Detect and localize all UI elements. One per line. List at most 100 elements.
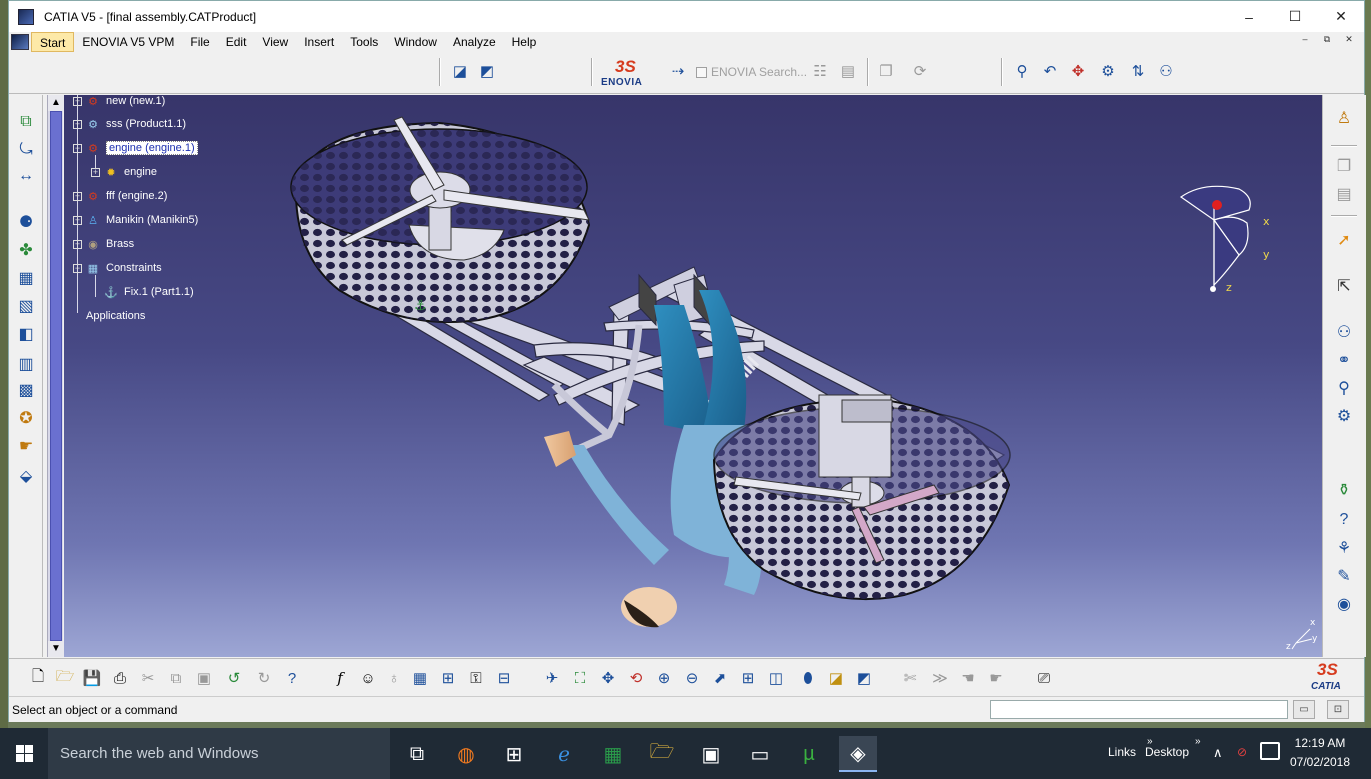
constraint-icon[interactable]: ⚭ (1333, 349, 1355, 371)
select-arrow-icon[interactable]: ➚ (1333, 229, 1355, 251)
view-isometric-icon[interactable]: ◩ (476, 60, 498, 82)
pan-icon[interactable]: ✥ (597, 667, 619, 689)
maximize-button[interactable]: ☐ (1272, 1, 1318, 32)
menu-window[interactable]: Window (386, 32, 445, 52)
workbench-icon[interactable]: ♙ (1333, 107, 1355, 129)
iso-view-icon[interactable]: ◫ (765, 667, 787, 689)
media-icon[interactable]: ▣ (692, 736, 730, 772)
scroll-down-icon[interactable]: ▼ (48, 641, 64, 657)
links-toolbar[interactable]: Links (1108, 745, 1136, 759)
compass-widget[interactable]: x y z (1179, 185, 1269, 295)
manikin-paste-icon[interactable]: ▤ (1333, 183, 1355, 205)
catalog-icon[interactable]: ✤ (15, 239, 37, 261)
clash-icon[interactable]: ◧ (15, 323, 37, 345)
menu-tools[interactable]: Tools (342, 32, 386, 52)
tree-node-sss[interactable]: + ⚙ sss (Product1.1) (73, 114, 186, 134)
collapse-icon[interactable]: − (73, 143, 82, 153)
notifications-icon[interactable] (1260, 742, 1280, 760)
sequence-icon[interactable]: ▩ (15, 379, 37, 401)
tree-node-manikin[interactable]: + ♙ Manikin (Manikin5) (73, 210, 198, 230)
expand-icon[interactable]: + (73, 191, 82, 201)
collapse-icon[interactable]: − (73, 263, 82, 273)
expand-icon[interactable]: + (73, 119, 82, 129)
desktop-toolbar[interactable]: Desktop (1145, 745, 1189, 759)
zoom-in-icon[interactable]: ⊕ (653, 667, 675, 689)
firefox-icon[interactable]: ◍ (447, 736, 485, 772)
menu-insert[interactable]: Insert (296, 32, 342, 52)
doc-restore-button[interactable]: ⧉ (1318, 34, 1336, 48)
new-file-icon[interactable]: 🗋 (27, 667, 49, 689)
store-icon[interactable]: ⊞ (495, 736, 533, 772)
multi-view-icon[interactable]: ⊞ (737, 667, 759, 689)
catia-taskbar-icon[interactable]: ◈ (839, 736, 877, 772)
tree-node-engine-part[interactable]: + ✹ engine (91, 162, 157, 182)
3d-viewport[interactable]: ⚓ + ⚙ new (new.1) + ⚙ sss (Product1.1) −… (64, 95, 1322, 657)
scene-icon[interactable]: ▧ (15, 295, 37, 317)
menu-edit[interactable]: Edit (218, 32, 255, 52)
save-icon[interactable]: 💾 (81, 667, 103, 689)
rotate-icon[interactable]: ⟲ (625, 667, 647, 689)
posture-editor-icon[interactable]: ⤿ (15, 139, 37, 161)
next-icon[interactable]: ≫ (929, 667, 951, 689)
report-icon[interactable]: ✎ (1333, 565, 1355, 587)
catia-app-icon[interactable] (18, 8, 34, 25)
menu-help[interactable]: Help (504, 32, 545, 52)
shading-icon[interactable]: ⬮ (797, 667, 819, 689)
undo-icon[interactable]: ↺ (223, 667, 245, 689)
redo-icon[interactable]: ↻ (253, 667, 275, 689)
copy-icon[interactable]: ⧉ (165, 667, 187, 689)
tree-node-fff[interactable]: + ⚙ fff (engine.2) (73, 186, 167, 206)
paste-icon[interactable]: ▣ (193, 667, 215, 689)
close-button[interactable]: ✕ (1318, 1, 1364, 32)
enovia-send-icon[interactable]: ⇢ (667, 60, 689, 82)
enovia-copy-icon[interactable]: ❐ (875, 60, 897, 82)
command-list-button[interactable]: ▭ (1293, 700, 1315, 719)
taskbar-search[interactable]: Search the web and Windows (48, 728, 390, 779)
measure-icon[interactable]: ↔ (15, 165, 37, 187)
tree-node-engine-instance[interactable]: − ⚙ engine (engine.1) (73, 138, 198, 158)
menu-start[interactable]: Start (31, 32, 75, 52)
command-input[interactable] (990, 700, 1288, 719)
expand-icon[interactable]: + (73, 96, 82, 106)
network-icon[interactable]: ⊘ (1237, 745, 1247, 759)
hand-tool-2-icon[interactable]: ☛ (985, 667, 1007, 689)
knowledge-icon[interactable]: ☺ (357, 667, 379, 689)
vision-eye-icon[interactable]: ◉ (1333, 593, 1355, 615)
formula-icon[interactable]: f (329, 667, 351, 689)
tree-node-new[interactable]: + ⚙ new (new.1) (73, 95, 165, 111)
edit-posture-icon[interactable]: ⇱ (1333, 275, 1355, 297)
reach-envelope-icon[interactable]: ⚲ (1333, 377, 1355, 399)
whats-this-icon[interactable]: ? (281, 667, 303, 689)
manikin-snap-icon[interactable]: ⇅ (1127, 60, 1149, 82)
manikin-reach-icon[interactable]: ↶ (1039, 60, 1061, 82)
edge-icon[interactable]: ℯ (545, 736, 583, 772)
clock[interactable]: 12:19 AM 07/02/2018 (1285, 734, 1355, 772)
excel-icon[interactable]: ▦ (594, 736, 632, 772)
tree-node-applications[interactable]: Applications (86, 306, 145, 326)
manikin-posture-icon[interactable]: ⚲ (1011, 60, 1033, 82)
tree-node-constraints[interactable]: − ▦ Constraints (73, 258, 162, 278)
doc-minimize-button[interactable]: – (1296, 34, 1314, 48)
enovia-tree-icon[interactable]: ☷ (809, 60, 831, 82)
bulb-icon[interactable]: ♁ (383, 667, 405, 689)
hide-show-icon[interactable]: ◪ (825, 667, 847, 689)
expand-icon[interactable]: + (91, 167, 100, 177)
lift-lower-icon[interactable]: ⚱ (1333, 479, 1355, 501)
tree-node-fix[interactable]: ⚓ Fix.1 (Part1.1) (103, 282, 194, 302)
menu-analyze[interactable]: Analyze (445, 32, 504, 52)
enovia-search[interactable]: ENOVIA Search... (696, 65, 807, 79)
expand-icon[interactable]: + (73, 239, 82, 249)
menu-file[interactable]: File (182, 32, 217, 52)
file-explorer-icon[interactable]: 🗁 (643, 736, 681, 772)
camera-icon[interactable]: ⎚ (1033, 667, 1055, 689)
windows-start-button[interactable] (0, 728, 48, 779)
tools-icon[interactable]: ✄ (899, 667, 921, 689)
analysis-icon[interactable]: ✪ (15, 407, 37, 429)
doc-close-button[interactable]: ✕ (1340, 34, 1358, 48)
desktop-chevron-icon[interactable]: » (1195, 736, 1201, 747)
graph-tree-icon[interactable]: ⊞ (437, 667, 459, 689)
enovia-sync-icon[interactable]: ⟳ (909, 60, 931, 82)
hand-tool-icon[interactable]: ☚ (957, 667, 979, 689)
rula-icon[interactable]: ⚘ (1333, 537, 1355, 559)
swap-space-icon[interactable]: ◩ (853, 667, 875, 689)
